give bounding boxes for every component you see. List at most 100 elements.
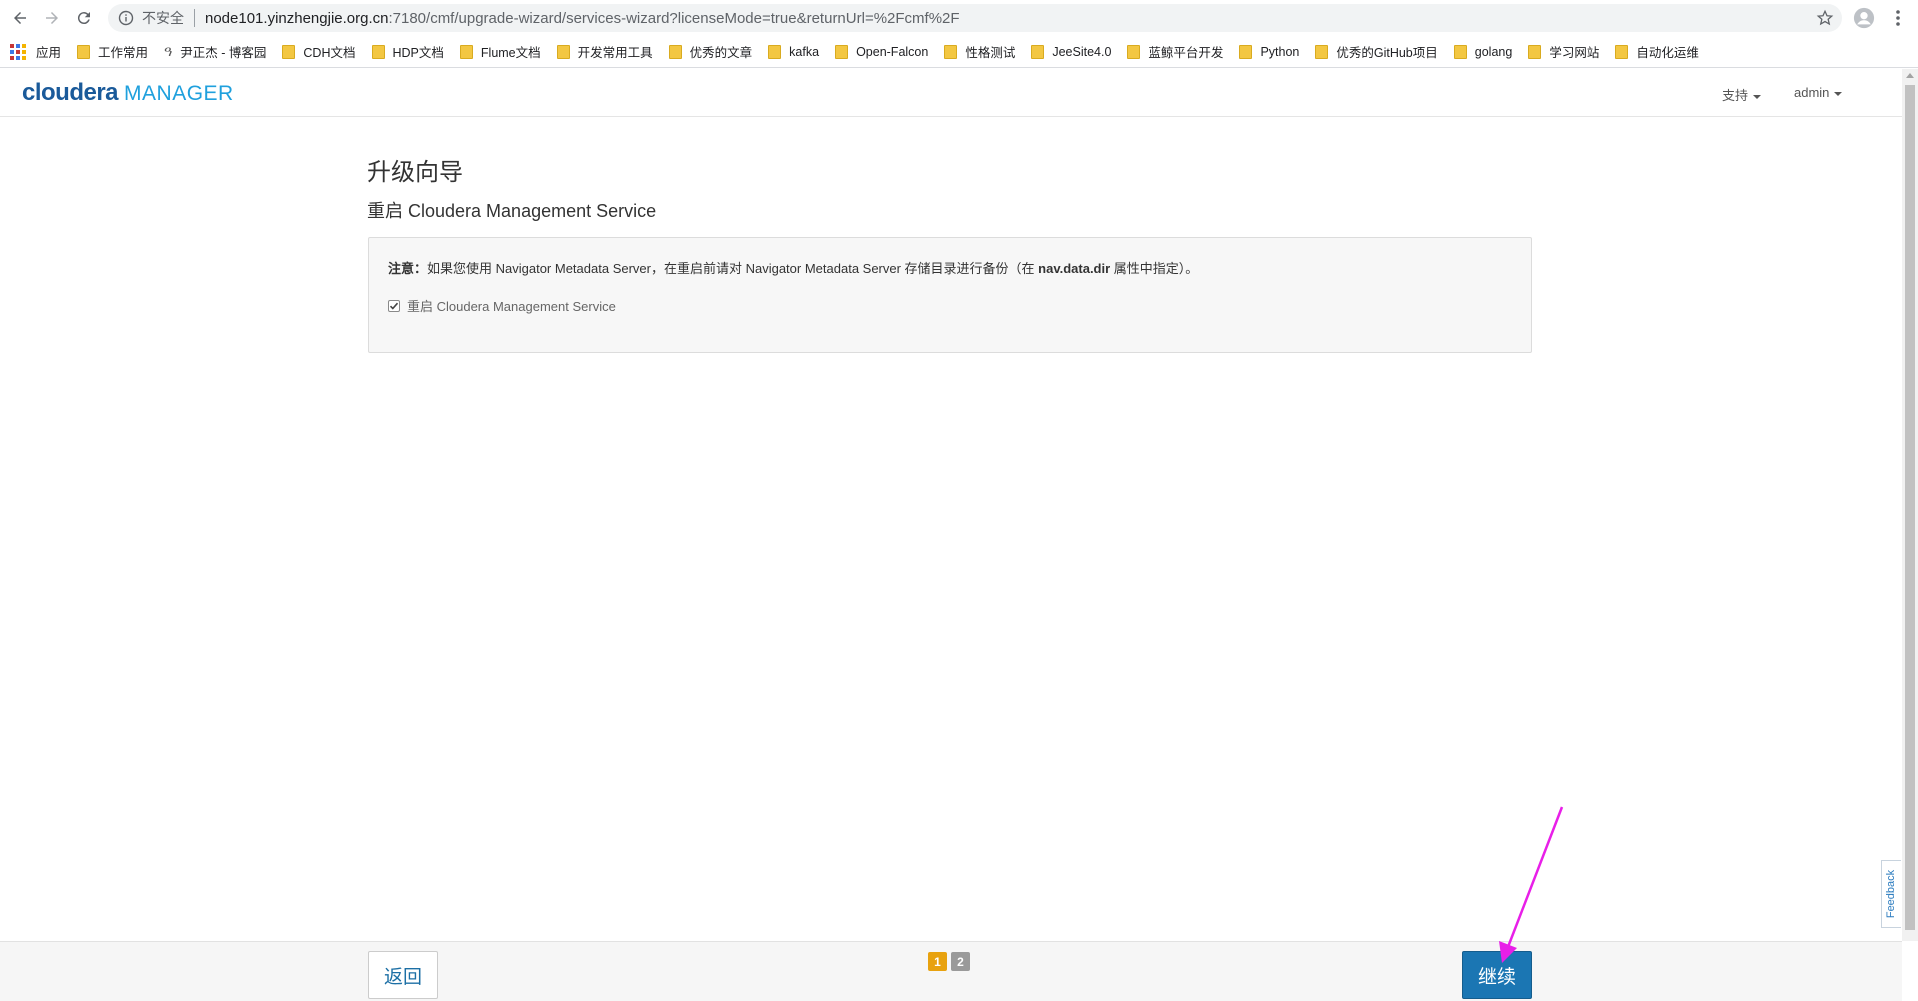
bookmark-label: Flume文档 bbox=[480, 46, 541, 60]
folder-icon bbox=[1031, 44, 1045, 59]
folder-icon bbox=[371, 44, 385, 59]
bookmark-folder[interactable]: 性格测试 bbox=[944, 42, 1015, 61]
folder-icon bbox=[1453, 44, 1467, 59]
profile-avatar-icon[interactable] bbox=[1853, 7, 1875, 29]
folder-icon bbox=[1615, 44, 1629, 59]
backup-note: 注意：如果您使用 Navigator Metadata Server，在重启前请… bbox=[388, 258, 1198, 277]
support-menu-label: 支持 bbox=[1722, 88, 1749, 103]
caret-down-icon bbox=[1753, 94, 1762, 99]
wizard-footer: 返回 1 2 继续 bbox=[0, 941, 1902, 1001]
note-text-1: 如果您使用 Navigator Metadata Server，在重启前请对 N… bbox=[427, 261, 1039, 276]
bookmark-label: JeeSite4.0 bbox=[1052, 44, 1112, 59]
bookmark-folder[interactable]: CDH文档 bbox=[282, 42, 356, 61]
folder-icon bbox=[1528, 44, 1542, 59]
bookmark-folder[interactable]: Open-Falcon bbox=[835, 44, 929, 59]
bookmark-label: Python bbox=[1260, 44, 1300, 59]
bookmark-label: 优秀的文章 bbox=[689, 46, 753, 60]
bookmark-star-icon[interactable] bbox=[1816, 9, 1834, 27]
bookmark-folder[interactable]: Flume文档 bbox=[459, 42, 541, 61]
kebab-menu-icon[interactable] bbox=[1888, 8, 1908, 28]
bookmark-folder[interactable]: golang bbox=[1453, 44, 1513, 59]
address-bar[interactable]: 不安全 node101.yinzhengjie.org.cn:7180/cmf/… bbox=[108, 4, 1842, 32]
cloudera-manager-logo[interactable]: cloudera MANAGER bbox=[22, 79, 234, 107]
url-host: node101.yinzhengjie.org.cn bbox=[205, 9, 389, 27]
step-1-indicator[interactable]: 1 bbox=[928, 952, 947, 971]
bookmark-folder[interactable]: Python bbox=[1239, 44, 1300, 59]
bookmark-label: 开发常用工具 bbox=[577, 46, 653, 60]
bookmark-link[interactable]: ዓ 尹正杰 - 博客园 bbox=[164, 42, 266, 61]
feedback-tab[interactable]: Feedback bbox=[1881, 860, 1901, 928]
step-title: 重启 Cloudera Management Service bbox=[367, 201, 657, 221]
folder-icon bbox=[944, 44, 958, 59]
bookmark-folder[interactable]: 优秀的GitHub项目 bbox=[1315, 42, 1438, 61]
folder-icon bbox=[1239, 44, 1253, 59]
restart-service-option[interactable]: 重启 Cloudera Management Service bbox=[388, 296, 616, 315]
page-title: 升级向导 bbox=[367, 159, 463, 186]
user-menu[interactable]: admin bbox=[1794, 85, 1843, 100]
bookmark-label: 性格测试 bbox=[965, 46, 1016, 60]
bookmark-folder[interactable]: 自动化运维 bbox=[1615, 42, 1699, 61]
bookmarks-bar: 应用 工作常用 ዓ 尹正杰 - 博客园 CDH文档 HDP文档 Flume文档 开… bbox=[0, 36, 1918, 68]
bookmark-label: CDH文档 bbox=[303, 46, 356, 60]
bookmark-label: 尹正杰 - 博客园 bbox=[180, 46, 267, 60]
folder-icon bbox=[282, 44, 296, 59]
back-arrow-icon[interactable] bbox=[8, 6, 32, 30]
bookmark-label: 自动化运维 bbox=[1636, 46, 1699, 60]
bookmark-folder[interactable]: 优秀的文章 bbox=[668, 42, 753, 61]
page-scrollbar[interactable] bbox=[1902, 69, 1918, 941]
scroll-up-arrow-icon[interactable] bbox=[1906, 73, 1914, 78]
support-menu[interactable]: 支持 bbox=[1722, 85, 1762, 104]
forward-arrow-icon[interactable] bbox=[40, 6, 64, 30]
bookmark-folder[interactable]: JeeSite4.0 bbox=[1031, 44, 1112, 59]
bookmark-label: kafka bbox=[789, 44, 820, 59]
restart-service-label: 重启 Cloudera Management Service bbox=[407, 299, 616, 314]
note-label: 注意： bbox=[388, 261, 428, 276]
apps-grid-icon bbox=[10, 43, 26, 60]
blog-icon: ዓ bbox=[164, 43, 173, 59]
bookmark-label: 优秀的GitHub项目 bbox=[1336, 46, 1438, 60]
feedback-label: Feedback bbox=[1885, 869, 1898, 919]
bookmark-folder[interactable]: 学习网站 bbox=[1528, 42, 1599, 61]
bookmark-label: 学习网站 bbox=[1549, 46, 1600, 60]
bookmark-folder[interactable]: 工作常用 bbox=[77, 42, 148, 61]
reload-icon[interactable] bbox=[72, 6, 96, 30]
logo-primary: cloudera bbox=[22, 79, 119, 106]
bookmark-label: golang bbox=[1474, 44, 1513, 59]
caret-down-icon bbox=[1834, 91, 1843, 96]
folder-icon bbox=[768, 44, 782, 59]
folder-icon bbox=[668, 44, 682, 59]
bookmark-folder[interactable]: 蓝鲸平台开发 bbox=[1127, 42, 1223, 61]
browser-toolbar: 不安全 node101.yinzhengjie.org.cn:7180/cmf/… bbox=[0, 0, 1918, 36]
folder-icon bbox=[556, 44, 570, 59]
url-path: :7180/cmf/upgrade-wizard/services-wizard… bbox=[388, 9, 960, 27]
bookmark-label: 蓝鲸平台开发 bbox=[1148, 46, 1224, 60]
bookmark-apps[interactable]: 应用 bbox=[10, 42, 61, 61]
folder-icon bbox=[835, 44, 849, 59]
bookmark-folder[interactable]: 开发常用工具 bbox=[556, 42, 653, 61]
bookmark-label: HDP文档 bbox=[392, 46, 444, 60]
bookmark-folder[interactable]: kafka bbox=[768, 44, 820, 59]
info-icon[interactable] bbox=[118, 10, 134, 26]
checkmark-icon bbox=[389, 302, 399, 310]
bookmark-label: 应用 bbox=[36, 46, 62, 60]
wizard-panel: 注意：如果您使用 Navigator Metadata Server，在重启前请… bbox=[368, 237, 1532, 353]
user-menu-label: admin bbox=[1794, 85, 1830, 100]
note-property: nav.data.dir bbox=[1038, 261, 1111, 276]
bookmark-label: Open-Falcon bbox=[856, 44, 929, 59]
bookmark-label: 工作常用 bbox=[98, 46, 149, 60]
address-divider bbox=[194, 9, 195, 27]
folder-icon bbox=[459, 44, 473, 59]
step-2-indicator[interactable]: 2 bbox=[951, 952, 970, 971]
bookmark-folder[interactable]: HDP文档 bbox=[371, 42, 444, 61]
restart-service-checkbox[interactable] bbox=[388, 299, 400, 312]
folder-icon bbox=[1315, 44, 1329, 59]
continue-button[interactable]: 继续 bbox=[1462, 951, 1532, 999]
note-text-2: 属性中指定）。 bbox=[1110, 261, 1199, 276]
folder-icon bbox=[77, 44, 91, 59]
security-label: 不安全 bbox=[142, 10, 184, 26]
folder-icon bbox=[1127, 44, 1141, 59]
scrollbar-thumb[interactable] bbox=[1905, 85, 1915, 930]
back-button[interactable]: 返回 bbox=[368, 951, 438, 999]
logo-secondary: MANAGER bbox=[124, 82, 234, 105]
app-header: cloudera MANAGER 支持 admin bbox=[0, 69, 1902, 117]
